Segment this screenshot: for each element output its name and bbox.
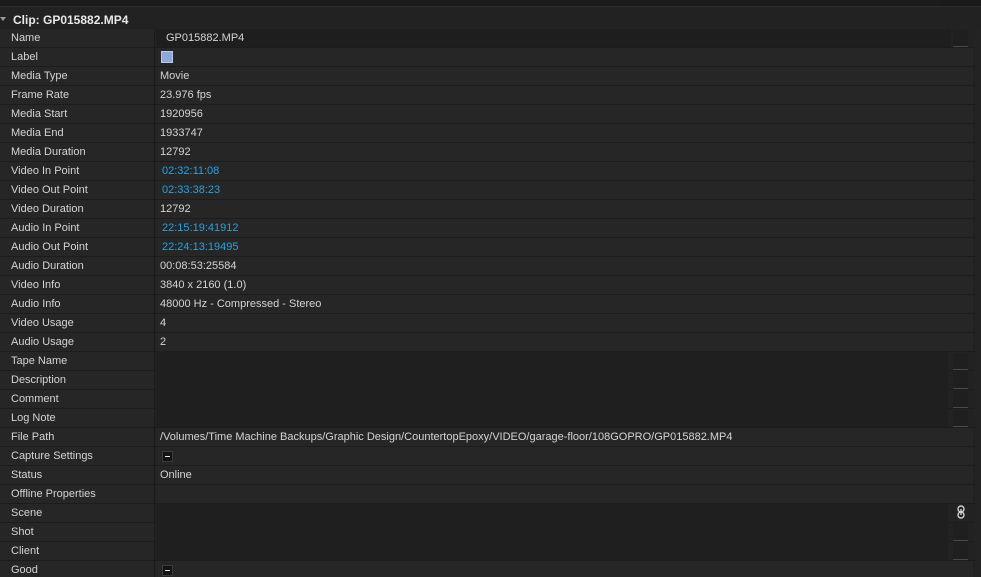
vertical-scrollbar[interactable] bbox=[975, 29, 981, 577]
property-value-media-type: Movie bbox=[156, 67, 973, 85]
property-label-description: Description bbox=[0, 371, 155, 389]
property-row-capture-settings: Capture Settings bbox=[0, 447, 981, 466]
property-row-audio-info: Audio Info 48000 Hz - Compressed - Stereo bbox=[0, 295, 981, 314]
property-row-media-start: Media Start 1920956 bbox=[0, 105, 981, 124]
property-label-video-duration: Video Duration bbox=[0, 200, 155, 218]
capture-settings-checkbox[interactable] bbox=[162, 451, 173, 462]
property-label-audio-info: Audio Info bbox=[0, 295, 155, 313]
property-label-comment: Comment bbox=[0, 390, 155, 408]
metadata-rows: Name GP015882.MP4 Label Media Type Movie Fram… bbox=[0, 29, 981, 577]
property-label-client: Client bbox=[0, 542, 155, 560]
property-row-label: Label bbox=[0, 48, 981, 67]
property-value-video-duration: 12792 bbox=[156, 200, 973, 218]
property-label-name: Name bbox=[0, 29, 155, 47]
property-label-tape-name: Tape Name bbox=[0, 352, 155, 370]
property-value-good[interactable] bbox=[156, 561, 973, 577]
property-value-file-path: /Volumes/Time Machine Backups/Graphic De… bbox=[156, 428, 973, 446]
property-value-offline-properties bbox=[156, 485, 973, 503]
property-row-good: Good bbox=[0, 561, 981, 577]
property-label-video-usage: Video Usage bbox=[0, 314, 155, 332]
property-label-audio-in-point: Audio In Point bbox=[0, 219, 155, 237]
property-value-status: Online bbox=[156, 466, 973, 484]
property-row-video-out-point: Video Out Point 02:33:38:23 bbox=[0, 181, 981, 200]
property-value-audio-duration: 00:08:53:25584 bbox=[156, 257, 973, 275]
panel-top-bar bbox=[0, 0, 981, 7]
property-row-audio-out-point: Audio Out Point 22:24:13:19495 bbox=[0, 238, 981, 257]
property-value-label[interactable] bbox=[156, 48, 973, 66]
chain-link-icon[interactable] bbox=[955, 505, 967, 519]
property-label-scene: Scene bbox=[0, 504, 155, 522]
good-checkbox[interactable] bbox=[162, 565, 173, 576]
property-value-audio-out-point[interactable]: 22:24:13:19495 bbox=[156, 238, 973, 256]
property-label-audio-out-point: Audio Out Point bbox=[0, 238, 155, 256]
property-label-audio-duration: Audio Duration bbox=[0, 257, 155, 275]
property-label-label: Label bbox=[0, 48, 155, 66]
property-row-audio-duration: Audio Duration 00:08:53:25584 bbox=[0, 257, 981, 276]
property-value-media-end: 1933747 bbox=[156, 124, 973, 142]
property-row-name: Name GP015882.MP4 bbox=[0, 29, 981, 48]
property-row-video-usage: Video Usage 4 bbox=[0, 314, 981, 333]
property-row-file-path: File Path/Volumes/Time Machine Backups/G… bbox=[0, 428, 981, 447]
property-row-media-end: Media End 1933747 bbox=[0, 124, 981, 143]
property-label-shot: Shot bbox=[0, 523, 155, 541]
top-scroll-area bbox=[940, 0, 981, 6]
clip-properties-panel: Clip: GP015882.MP4 Name GP015882.MP4 Label… bbox=[0, 0, 981, 577]
property-row-offline-properties: Offline Properties bbox=[0, 485, 981, 504]
property-label-frame-rate: Frame Rate bbox=[0, 86, 155, 104]
property-value-video-out-point[interactable]: 02:33:38:23 bbox=[156, 181, 973, 199]
property-value-capture-settings[interactable] bbox=[156, 447, 973, 465]
property-row-video-in-point: Video In Point 02:32:11:08 bbox=[0, 162, 981, 181]
property-label-media-end: Media End bbox=[0, 124, 155, 142]
property-row-media-duration: Media Duration 12792 bbox=[0, 143, 981, 162]
property-value-media-duration: 12792 bbox=[156, 143, 973, 161]
property-label-capture-settings: Capture Settings bbox=[0, 447, 155, 465]
multiline-text-area-1[interactable] bbox=[156, 351, 948, 427]
disclosure-triangle-icon[interactable] bbox=[0, 17, 6, 21]
name-field-button[interactable] bbox=[953, 30, 968, 47]
property-row-frame-rate: Frame Rate 23.976 fps bbox=[0, 86, 981, 105]
property-value-media-start: 1920956 bbox=[156, 105, 973, 123]
property-label-log-note: Log Note bbox=[0, 409, 155, 427]
property-value-audio-info: 48000 Hz - Compressed - Stereo bbox=[156, 295, 973, 313]
property-label-status: Status bbox=[0, 466, 155, 484]
property-value-video-usage: 4 bbox=[156, 314, 973, 332]
clip-header[interactable]: Clip: GP015882.MP4 bbox=[0, 11, 981, 29]
property-label-video-in-point: Video In Point bbox=[0, 162, 155, 180]
property-value-name[interactable]: GP015882.MP4 bbox=[156, 29, 951, 47]
label-color-swatch[interactable] bbox=[161, 51, 173, 63]
property-value-audio-in-point[interactable]: 22:15:19:41912 bbox=[156, 219, 973, 237]
clip-title: Clip: GP015882.MP4 bbox=[13, 13, 129, 27]
multiline-text-area-2[interactable] bbox=[156, 503, 948, 560]
property-label-media-duration: Media Duration bbox=[0, 143, 155, 161]
checkbox-mark-icon bbox=[165, 570, 170, 571]
property-value-video-info: 3840 x 2160 (1.0) bbox=[156, 276, 973, 294]
property-row-status: Status Online bbox=[0, 466, 981, 485]
property-row-audio-usage: Audio Usage 2 bbox=[0, 333, 981, 352]
property-label-offline-properties: Offline Properties bbox=[0, 485, 155, 503]
property-label-video-info: Video Info bbox=[0, 276, 155, 294]
property-label-video-out-point: Video Out Point bbox=[0, 181, 155, 199]
property-label-good: Good bbox=[0, 561, 155, 577]
property-value-video-in-point[interactable]: 02:32:11:08 bbox=[156, 162, 973, 180]
property-label-media-type: Media Type bbox=[0, 67, 155, 85]
property-label-audio-usage: Audio Usage bbox=[0, 333, 155, 351]
property-label-file-path: File Path bbox=[0, 428, 155, 446]
checkbox-mark-icon bbox=[165, 456, 170, 457]
property-row-video-duration: Video Duration 12792 bbox=[0, 200, 981, 219]
property-row-media-type: Media Type Movie bbox=[0, 67, 981, 86]
property-value-audio-usage: 2 bbox=[156, 333, 973, 351]
property-row-video-info: Video Info 3840 x 2160 (1.0) bbox=[0, 276, 981, 295]
property-row-audio-in-point: Audio In Point 22:15:19:41912 bbox=[0, 219, 981, 238]
property-value-frame-rate: 23.976 fps bbox=[156, 86, 973, 104]
property-label-media-start: Media Start bbox=[0, 105, 155, 123]
